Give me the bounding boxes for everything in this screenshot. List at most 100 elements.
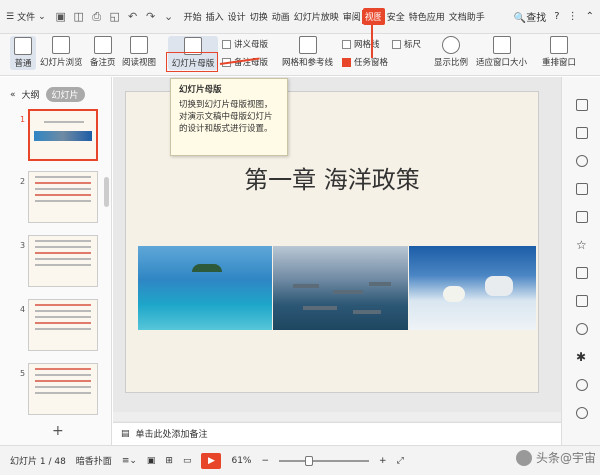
collapse-pane-icon[interactable]: « [10,90,16,100]
arrange-window-button[interactable]: 重排窗口 [542,36,576,68]
thumb-text-line [35,182,91,184]
help-icon[interactable]: ? [554,11,559,22]
polar-bear-photo[interactable] [409,246,536,330]
zoom-out-icon[interactable]: − [262,456,270,466]
theme-name[interactable]: 暗香扑面 [76,454,112,467]
tab-review[interactable]: 审阅 [341,8,363,25]
zoom-slider[interactable] [279,455,370,466]
thumb-text-line [35,258,91,260]
notes-icon: ▤ [121,428,130,439]
preview-icon[interactable]: ◱ [108,10,122,24]
slide-title[interactable]: 第一章 海洋政策 [126,160,538,195]
style-icon[interactable] [576,127,588,139]
export-icon[interactable]: ◫ [72,10,86,24]
more-icon[interactable]: ⋮ [568,11,578,22]
slide-number: 1 [20,115,26,124]
horizontal-scrollbar[interactable] [113,412,561,421]
slide-thumbnail[interactable] [28,235,98,287]
naval-fleet-photo[interactable] [273,246,408,330]
thumb-text-line [35,368,91,370]
collapse-icon[interactable]: ⌃ [586,11,594,22]
tab-doc-assistant[interactable]: 文档助手 [447,8,487,25]
island-shape [192,264,222,272]
normal-view-label: 普通 [14,59,32,69]
thumb-text-line [35,374,91,376]
notes-area[interactable]: ▤ 单击此处添加备注 [113,422,561,444]
tab-transition[interactable]: 切换 [248,8,270,25]
search-button[interactable]: 🔍查找 [514,9,546,24]
tab-insert[interactable]: 插入 [204,8,226,25]
play-slideshow-button[interactable]: ▶ [201,452,222,469]
print-icon[interactable]: ⎙ [90,10,104,24]
slide-thumbnail[interactable] [28,109,98,161]
tab-security[interactable]: 安全 [385,8,407,25]
gridlines-checkbox[interactable]: 网格线 [342,38,380,50]
fit-window-label: 适应窗口大小 [476,58,528,68]
help-circle-icon[interactable] [576,407,588,419]
align-menu-icon[interactable]: ≡⌄ [122,456,137,466]
task-pane-checkbox[interactable]: 任务窗格 [342,56,388,68]
file-menu[interactable]: ☰ 文件 ⌄ [0,5,52,29]
chevron-down-icon: ⌄ [38,11,46,22]
slide-master-tooltip: 幻灯片母版 切换到幻灯片母版视图，对演示文稿中母版幻灯片的设计和版式进行设置。 [170,78,288,156]
save-icon[interactable]: ▣ [54,10,68,24]
task-pane-check-icon [342,57,351,67]
tab-slides[interactable]: 幻灯片 [45,87,85,102]
animation-icon[interactable]: ✱ [576,351,588,363]
image-icon[interactable] [576,295,588,307]
reading-view-button[interactable]: 阅读视图 [122,36,156,68]
watermark-text: 头条@宇宙 [535,451,596,465]
thumb-title-line [44,121,84,123]
slide-thumbnail[interactable] [28,299,98,351]
settings-icon[interactable] [576,183,588,195]
slide-count: 幻灯片 1 / 48 [10,457,66,467]
redo-icon[interactable]: ↷ [144,10,158,24]
format-icon[interactable] [576,211,588,223]
slide-sorter-button[interactable]: 幻灯片浏览 [40,36,83,68]
reading-view-icon [130,36,148,54]
tab-slideshow[interactable]: 幻灯片放映 [292,8,341,25]
thumb-text-line [35,188,91,190]
history-icon[interactable] [576,379,588,391]
shape-icon[interactable] [576,155,588,167]
slide-sorter-icon [52,36,71,54]
annotation-arrow [371,24,373,58]
thumb-photo-strip [34,131,92,141]
tab-animation[interactable]: 动画 [270,8,292,25]
fit-icon[interactable]: ⤢ [397,456,404,466]
zoom-slider-knob[interactable] [305,455,314,466]
tab-start[interactable]: 开始 [182,8,204,25]
sorter-view-status-icon[interactable]: ⊞ [165,456,173,466]
customize-icon[interactable]: ⌄ [162,10,176,24]
right-tools: 🔍查找 ? ⋮ ⌃ [514,9,600,24]
ribbon-tabs: 开始 插入 设计 切换 动画 幻灯片放映 审阅 视图 安全 特色应用 文档助手 [182,8,487,25]
fit-window-button[interactable]: 适应窗口大小 [476,36,527,68]
share-icon[interactable] [576,267,588,279]
ruler-checkbox[interactable]: 标尺 [392,38,421,50]
zoom-button[interactable]: 显示比例 [434,36,468,68]
tab-design[interactable]: 设计 [226,8,248,25]
ocean-island-photo[interactable] [138,246,272,330]
add-slide-icon[interactable]: + [52,423,64,439]
normal-view-status-icon[interactable]: ▣ [147,456,156,466]
slide-number: 5 [20,369,26,378]
zoom-in-icon[interactable]: + [379,456,387,466]
watermark-logo-icon [515,449,532,466]
location-icon[interactable] [576,323,588,335]
normal-view-button[interactable]: 普通 [10,36,36,70]
zoom-percent[interactable]: 61% [231,456,251,466]
slide-thumbnail[interactable] [28,171,98,223]
star-icon[interactable]: ☆ [576,239,588,251]
handout-master-button[interactable]: 讲义母版 [222,38,268,50]
tab-outline[interactable]: 大纲 [22,88,40,101]
object-icon[interactable] [576,99,588,111]
undo-icon[interactable]: ↶ [126,10,140,24]
menu-bar: ☰ 文件 ⌄ ▣ ◫ ⎙ ◱ ↶ ↷ ⌄ 开始 插入 设计 切换 动画 幻灯片放… [0,0,600,34]
slide-thumbnail[interactable] [28,363,98,415]
notes-page-button[interactable]: 备注页 [90,36,116,68]
thumbnail-scrollbar[interactable] [104,177,109,207]
arrange-window-icon [550,36,568,54]
reading-view-status-icon[interactable]: ▭ [183,456,192,466]
tab-features[interactable]: 特色应用 [407,8,447,25]
grid-guides-button[interactable]: 网格和参考线 [282,36,333,68]
